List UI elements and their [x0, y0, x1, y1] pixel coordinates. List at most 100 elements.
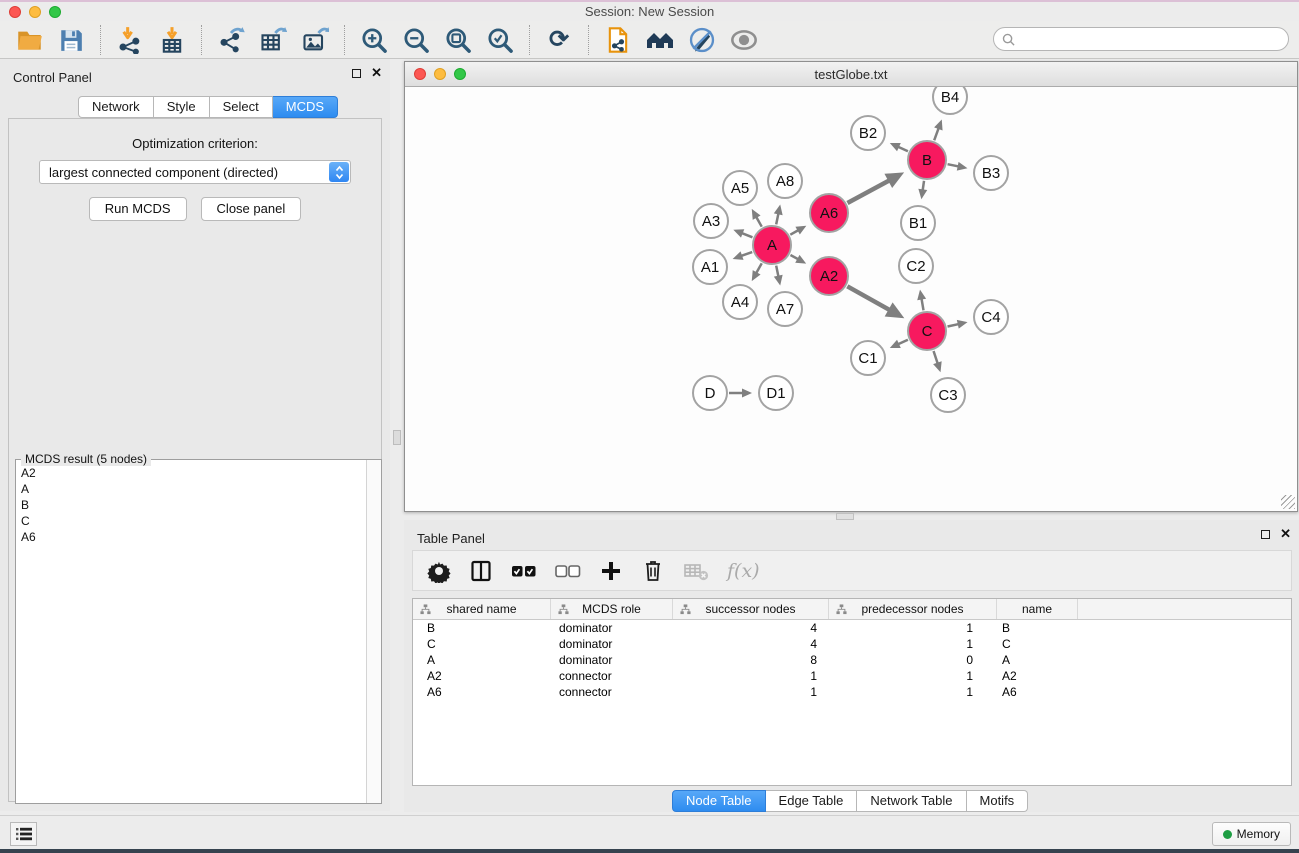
close-panel-icon[interactable]: ✕	[371, 68, 382, 78]
close-table-panel-icon[interactable]: ✕	[1280, 529, 1291, 539]
task-history-button[interactable]	[10, 822, 37, 846]
table-cell[interactable]: 1	[829, 621, 997, 635]
graph-node-A4[interactable]: A4	[723, 285, 757, 319]
table-cell[interactable]: C	[997, 637, 1078, 651]
graph-edge-A-A7[interactable]	[774, 266, 783, 286]
tab-network-table[interactable]: Network Table	[857, 790, 966, 812]
graph-node-C3[interactable]: C3	[931, 378, 965, 412]
resize-grip-icon[interactable]	[1281, 495, 1295, 509]
graph-edge-D-D1[interactable]	[729, 389, 752, 398]
column-header-predecessor-nodes[interactable]: predecessor nodes	[829, 599, 997, 619]
column-header-successor-nodes[interactable]: successor nodes	[673, 599, 829, 619]
select-all-icon[interactable]	[511, 558, 537, 584]
tab-network[interactable]: Network	[78, 96, 154, 118]
zoom-selected-icon[interactable]	[485, 25, 515, 55]
table-row[interactable]: A6connector11A6	[413, 684, 1291, 700]
network-window-titlebar[interactable]: testGlobe.txt	[405, 62, 1297, 87]
graph-edge-A6-B[interactable]	[847, 172, 904, 203]
zoom-out-icon[interactable]	[401, 25, 431, 55]
graph-node-C1[interactable]: C1	[851, 341, 885, 375]
table-row[interactable]: A2connector11A2	[413, 668, 1291, 684]
export-network-icon[interactable]	[216, 25, 246, 55]
table-cell[interactable]: 4	[673, 637, 829, 651]
table-cell[interactable]: 1	[829, 669, 997, 683]
graph-node-A7[interactable]: A7	[768, 292, 802, 326]
result-item[interactable]: A6	[21, 529, 366, 545]
table-cell[interactable]: connector	[551, 685, 673, 699]
export-image-icon[interactable]	[300, 25, 330, 55]
run-mcds-button[interactable]: Run MCDS	[89, 197, 187, 221]
add-row-icon[interactable]	[599, 558, 623, 584]
graph-edge-A-A6[interactable]	[790, 226, 806, 235]
import-table-icon[interactable]	[157, 25, 187, 55]
search-input[interactable]	[1019, 29, 1288, 49]
table-row[interactable]: Bdominator41B	[413, 620, 1291, 636]
result-item[interactable]: A	[21, 481, 366, 497]
graph-node-A2[interactable]: A2	[810, 257, 848, 295]
tab-style[interactable]: Style	[154, 96, 210, 118]
table-cell[interactable]: 8	[673, 653, 829, 667]
graph-node-B1[interactable]: B1	[901, 206, 935, 240]
float-table-panel-icon[interactable]	[1261, 530, 1270, 539]
graph-edge-B-B4[interactable]	[934, 120, 942, 141]
save-session-icon[interactable]	[56, 25, 86, 55]
deselect-all-icon[interactable]	[555, 558, 581, 584]
mcds-result-list[interactable]: A2ABCA6	[16, 462, 366, 803]
graph-edge-A-A4[interactable]	[752, 263, 762, 281]
column-header-mcds-role[interactable]: MCDS role	[551, 599, 673, 619]
graph-edge-A2-C[interactable]	[847, 286, 904, 318]
table-row[interactable]: Cdominator41C	[413, 636, 1291, 652]
table-cell[interactable]: A	[413, 653, 551, 667]
graph-edge-C-C2[interactable]	[917, 290, 926, 311]
table-cell[interactable]: C	[413, 637, 551, 651]
graph-edge-A-A1[interactable]	[733, 251, 753, 259]
table-cell[interactable]: dominator	[551, 637, 673, 651]
graph-node-C[interactable]: C	[908, 312, 946, 350]
graph-edge-B-B2[interactable]	[890, 143, 908, 151]
table-cell[interactable]: A2	[997, 669, 1078, 683]
graph-node-D1[interactable]: D1	[759, 376, 793, 410]
memory-button[interactable]: Memory	[1212, 822, 1291, 846]
table-cell[interactable]: dominator	[551, 621, 673, 635]
table-cell[interactable]: B	[997, 621, 1078, 635]
hide-labels-icon[interactable]	[687, 25, 717, 55]
graph-edge-A-A5[interactable]	[752, 209, 762, 227]
delete-table-icon[interactable]	[683, 558, 709, 584]
column-header-name[interactable]: name	[997, 599, 1078, 619]
graph-node-C2[interactable]: C2	[899, 249, 933, 283]
delete-row-icon[interactable]	[641, 558, 665, 584]
result-item[interactable]: A2	[21, 465, 366, 481]
graph-edge-B-B3[interactable]	[948, 162, 968, 171]
table-cell[interactable]: 1	[673, 685, 829, 699]
graph-node-B[interactable]: B	[908, 141, 946, 179]
graph-node-A8[interactable]: A8	[768, 164, 802, 198]
zoom-fit-icon[interactable]	[443, 25, 473, 55]
float-panel-icon[interactable]	[352, 69, 361, 78]
table-cell[interactable]: 1	[829, 685, 997, 699]
close-panel-button[interactable]: Close panel	[201, 197, 302, 221]
graph-edge-B-B1[interactable]	[918, 181, 927, 199]
table-cell[interactable]: A6	[997, 685, 1078, 699]
vertical-splitter[interactable]	[390, 59, 404, 811]
graph-node-A3[interactable]: A3	[694, 204, 728, 238]
column-header-shared-name[interactable]: shared name	[413, 599, 551, 619]
table-settings-icon[interactable]	[427, 558, 451, 584]
table-cell[interactable]: B	[413, 621, 551, 635]
graph-edge-C-C4[interactable]	[948, 320, 968, 329]
tab-select[interactable]: Select	[210, 96, 273, 118]
graph-node-B4[interactable]: B4	[933, 87, 967, 114]
table-cell[interactable]: 0	[829, 653, 997, 667]
refresh-icon[interactable]: ⟳	[544, 25, 574, 55]
graph-edge-A-A8[interactable]	[774, 205, 783, 225]
result-item[interactable]: C	[21, 513, 366, 529]
graph-node-A5[interactable]: A5	[723, 171, 757, 205]
tab-node-table[interactable]: Node Table	[672, 790, 766, 812]
network-canvas[interactable]: B4B2BB3A5A8A6A3B1AC2A1A2A4A7C4CC1DD1C3	[405, 87, 1297, 511]
table-cell[interactable]: A	[997, 653, 1078, 667]
table-cell[interactable]: 1	[829, 637, 997, 651]
table-cell[interactable]: 4	[673, 621, 829, 635]
export-table-icon[interactable]	[258, 25, 288, 55]
home-icon[interactable]	[645, 25, 675, 55]
show-columns-icon[interactable]	[469, 558, 493, 584]
table-cell[interactable]: A6	[413, 685, 551, 699]
